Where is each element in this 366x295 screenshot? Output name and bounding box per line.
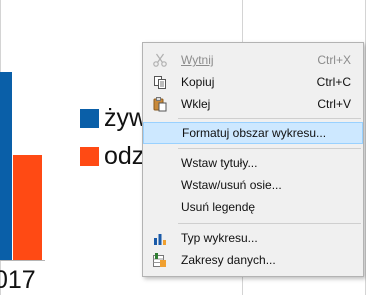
menu-item-format-chart-area[interactable]: Formatuj obszar wykresu... (143, 122, 363, 144)
menu-item-copy[interactable]: Kopiuj Ctrl+C (143, 71, 363, 93)
context-menu: Wytnij Ctrl+X Kopiuj Ctrl+C Wklej Ctrl+V (142, 42, 364, 277)
chart-type-icon (152, 230, 168, 246)
menu-item-chart-type[interactable]: Typ wykresu... (143, 227, 363, 249)
menu-item-label: Wklej (181, 97, 211, 111)
bar-series-2[interactable] (13, 155, 42, 260)
menu-item-label: Wstaw/usuń osie... (181, 178, 282, 192)
copy-icon (152, 74, 168, 90)
legend-entry[interactable]: żyw (80, 103, 147, 133)
menu-item-label: Typ wykresu... (181, 231, 258, 245)
menu-item-label: Zakresy danych... (181, 253, 276, 267)
menu-item-label: Kopiuj (181, 75, 215, 89)
menu-item-shortcut: Ctrl+C (316, 75, 351, 89)
scissors-icon (152, 52, 168, 68)
legend-entry[interactable]: odz (80, 141, 144, 171)
menu-item-label: Usuń legendę (181, 200, 256, 214)
menu-item-delete-legend[interactable]: Usuń legendę (143, 196, 363, 218)
menu-item-label: Formatuj obszar wykresu... (182, 126, 327, 140)
legend-label: odz (104, 142, 145, 170)
paste-icon (152, 96, 168, 112)
menu-item-shortcut: Ctrl+V (317, 97, 351, 111)
bar-series-1[interactable] (0, 72, 12, 260)
menu-separator (178, 118, 361, 119)
legend-swatch (80, 146, 99, 166)
menu-item-insert-titles[interactable]: Wstaw tytuły... (143, 152, 363, 174)
menu-item-paste[interactable]: Wklej Ctrl+V (143, 93, 363, 115)
menu-item-data-ranges[interactable]: Zakresy danych... (143, 249, 363, 271)
menu-item-cut[interactable]: Wytnij Ctrl+X (143, 49, 363, 71)
menu-item-label: Wstaw tytuły... (181, 156, 258, 170)
legend-swatch (80, 108, 99, 128)
axis-line (0, 260, 45, 261)
menu-separator (178, 223, 361, 224)
menu-item-insert-delete-axes[interactable]: Wstaw/usuń osie... (143, 174, 363, 196)
menu-item-label: Wytnij (181, 53, 214, 67)
menu-item-shortcut: Ctrl+X (317, 53, 351, 67)
legend-label: żyw (104, 104, 148, 132)
menu-separator (178, 148, 361, 149)
x-axis-label: 017 (0, 266, 36, 294)
data-ranges-icon (152, 252, 168, 268)
